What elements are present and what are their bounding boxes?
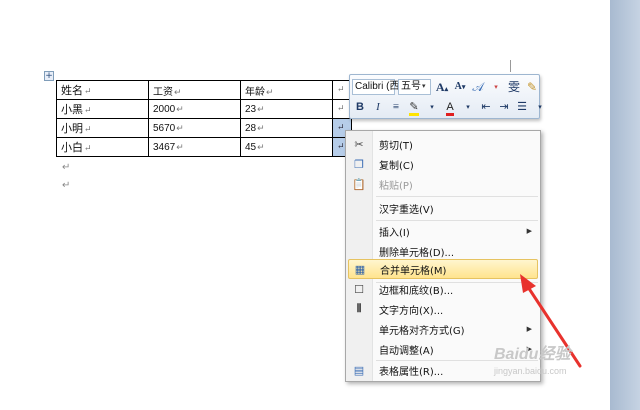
watermark-url: jingyan.baidu.com: [494, 366, 567, 376]
watermark: Baidu经验 jingyan.baidu.com: [494, 340, 614, 380]
watermark-logo: Baidu经验: [494, 346, 571, 363]
